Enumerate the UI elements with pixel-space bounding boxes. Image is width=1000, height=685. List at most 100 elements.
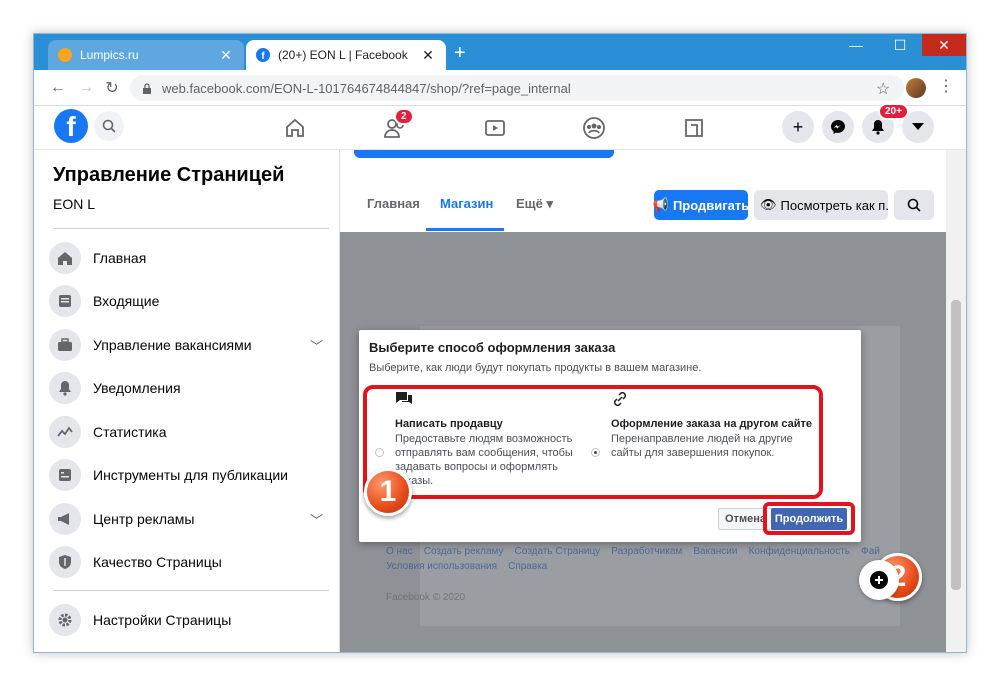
- facebook-favicon-icon: f: [256, 48, 270, 62]
- page-scrollbar[interactable]: [946, 150, 966, 652]
- sidebar-item-label: Качество Страницы: [93, 554, 222, 570]
- sidebar-item-page-settings[interactable]: Настройки Страницы: [49, 600, 329, 640]
- forward-icon[interactable]: →: [74, 76, 98, 100]
- profile-avatar[interactable]: [906, 78, 926, 98]
- tools-icon: [49, 459, 81, 491]
- cover-action-button[interactable]: [354, 150, 614, 158]
- page-header: Главная Магазин Ещё ▾ 📢 Продвигать 👁 Пос…: [340, 150, 946, 232]
- footer-links-row1[interactable]: О нас Создать рекламу Создать Страницу Р…: [386, 546, 880, 557]
- home-nav-icon[interactable]: [280, 113, 310, 143]
- dialog-title: Выберите способ оформления заказа: [369, 340, 616, 355]
- tab-home[interactable]: Главная: [367, 196, 420, 211]
- maximize-icon[interactable]: ☐: [878, 34, 922, 56]
- bell-icon: [49, 372, 81, 404]
- sidebar-item-label: Уведомления: [93, 380, 181, 396]
- new-tab-icon[interactable]: +: [454, 42, 466, 65]
- step-marker-1: 1: [364, 468, 412, 516]
- create-button[interactable]: +: [782, 111, 814, 143]
- inbox-icon: [49, 285, 81, 317]
- sidebar-divider: [53, 228, 329, 229]
- close-tab-icon[interactable]: ✕: [420, 47, 436, 64]
- groups-nav-icon[interactable]: [579, 113, 609, 143]
- active-tab-indicator: [426, 228, 504, 231]
- messenger-icon[interactable]: [822, 111, 854, 143]
- megaphone-icon: [49, 503, 81, 535]
- sidebar-item-label: Главная: [93, 250, 147, 266]
- eye-icon: 👁: [760, 197, 777, 212]
- promote-button[interactable]: 📢 Продвигать: [652, 190, 750, 220]
- sidebar-item-inbox[interactable]: Входящие: [49, 281, 329, 321]
- gear-icon: [49, 604, 81, 636]
- sidebar-title: Управление Страницей: [53, 164, 285, 186]
- sidebar-divider: [53, 590, 329, 591]
- sidebar-item-label: Статистика: [93, 424, 167, 440]
- briefcase-icon: [49, 329, 81, 361]
- tab-more-label: Ещё: [516, 196, 543, 211]
- lock-icon: [143, 82, 151, 94]
- gaming-nav-icon[interactable]: [679, 113, 709, 143]
- promote-label: Продвигать: [672, 197, 750, 213]
- close-window-icon[interactable]: ✕: [922, 34, 966, 56]
- home-icon: [49, 242, 81, 274]
- search-icon[interactable]: [94, 111, 124, 141]
- megaphone-icon: 📢: [652, 197, 669, 212]
- compose-icon: [870, 571, 888, 589]
- bookmark-star-icon[interactable]: ☆: [876, 79, 890, 99]
- chart-icon: [49, 416, 81, 448]
- shield-icon: [49, 546, 81, 578]
- page-management-sidebar: Управление Страницей EON L Главная Входя…: [34, 150, 340, 652]
- sidebar-item-home[interactable]: Главная: [49, 238, 329, 278]
- new-message-fab[interactable]: [859, 560, 899, 600]
- sidebar-item-label: Инструменты для публикации: [93, 467, 288, 483]
- continue-highlight-box: Продолжить: [763, 502, 855, 535]
- notifications-bell-icon[interactable]: 20+: [862, 103, 909, 143]
- back-icon[interactable]: ←: [46, 76, 70, 100]
- footer: О нас Создать рекламу Создать Страницу Р…: [386, 546, 880, 603]
- footer-copyright: Facebook © 2020: [386, 592, 466, 603]
- view-as-label: Посмотреть как п...: [780, 197, 888, 213]
- lumpics-favicon-icon: [58, 48, 72, 62]
- sidebar-item-label: Настройки Страницы: [93, 612, 232, 628]
- friends-badge: 2: [394, 108, 414, 125]
- search-icon: [907, 198, 921, 212]
- chevron-down-icon[interactable]: ﹀: [310, 510, 323, 529]
- sidebar-item-label: Входящие: [93, 293, 160, 309]
- reload-icon[interactable]: ↻: [100, 76, 124, 100]
- continue-button[interactable]: Продолжить: [771, 508, 847, 530]
- caret-down-icon: ▾: [546, 196, 554, 211]
- url-field[interactable]: web.facebook.com/EON-L-101764674844847/s…: [130, 75, 904, 101]
- page-search-button[interactable]: [894, 190, 934, 220]
- facebook-logo-icon[interactable]: f: [54, 109, 88, 143]
- footer-links-row2[interactable]: Условия использования Справка: [386, 561, 880, 572]
- sidebar-item-ad-center[interactable]: Центр рекламы ﹀: [49, 499, 329, 539]
- scrollbar-thumb[interactable]: [951, 300, 961, 590]
- account-menu-chevron-icon[interactable]: [902, 111, 934, 143]
- browser-menu-icon[interactable]: ⋮: [938, 76, 954, 96]
- page-name: EON L: [53, 196, 96, 212]
- browser-tab-facebook[interactable]: f (20+) EON L | Facebook ✕: [246, 40, 446, 70]
- sidebar-item-jobs[interactable]: Управление вакансиями ﹀: [49, 325, 329, 365]
- tab-more[interactable]: Ещё ▾: [516, 196, 553, 212]
- chevron-down-icon[interactable]: ﹀: [310, 336, 323, 355]
- tab-strip: Lumpics.ru ✕ f (20+) EON L | Facebook ✕ …: [34, 34, 966, 70]
- sidebar-item-label: Управление вакансиями: [93, 337, 252, 353]
- address-bar: ← → ↻ web.facebook.com/EON-L-10176467484…: [34, 70, 966, 106]
- dialog-subtitle: Выберите, как люди будут покупать продук…: [369, 362, 702, 374]
- friends-nav-icon[interactable]: 2: [380, 108, 414, 143]
- url-text: web.facebook.com/EON-L-101764674844847/s…: [162, 80, 571, 96]
- options-highlight-box: [363, 385, 823, 499]
- sidebar-item-label: Центр рекламы: [93, 511, 195, 527]
- facebook-top-nav: f 2 + 20+: [34, 103, 966, 150]
- sidebar-item-notifications[interactable]: Уведомления: [49, 368, 329, 408]
- sidebar-item-publishing-tools[interactable]: Инструменты для публикации: [49, 455, 329, 495]
- sidebar-item-insights[interactable]: Статистика: [49, 412, 329, 452]
- minimize-icon[interactable]: —: [834, 34, 878, 56]
- tab-shop[interactable]: Магазин: [440, 196, 493, 211]
- browser-tab-lumpics[interactable]: Lumpics.ru ✕: [48, 40, 244, 70]
- tab-title: (20+) EON L | Facebook: [278, 48, 408, 62]
- tab-title: Lumpics.ru: [80, 48, 139, 62]
- close-tab-icon[interactable]: ✕: [218, 47, 234, 64]
- view-as-button[interactable]: 👁 Посмотреть как п...: [754, 190, 888, 220]
- watch-nav-icon[interactable]: [480, 113, 510, 143]
- sidebar-item-page-quality[interactable]: Качество Страницы: [49, 542, 329, 582]
